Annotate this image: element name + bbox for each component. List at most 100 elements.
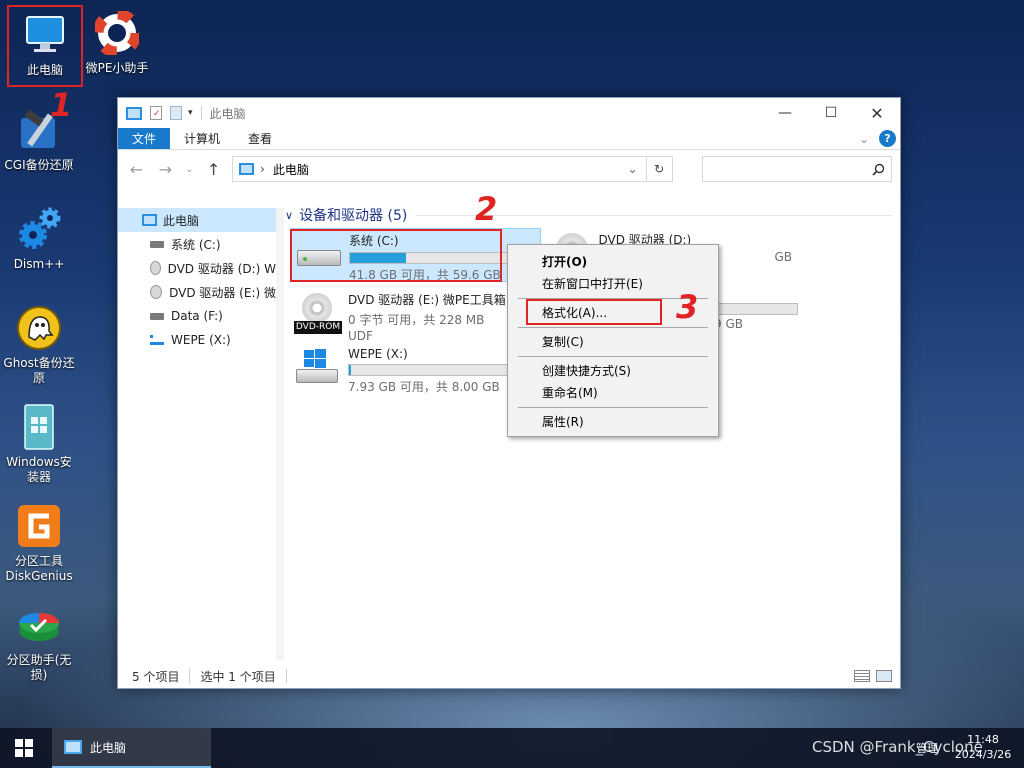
partition-assistant-icon (15, 601, 63, 649)
sidebar-item-label: DVD 驱动器 (D:) W (167, 261, 276, 276)
desktop-icon-label: Windows安装器 (6, 455, 72, 484)
details-view-icon[interactable] (854, 670, 870, 682)
dvd-icon (150, 285, 163, 299)
dvd-rom-badge: DVD-ROM (294, 321, 342, 334)
quick-access-dropdown-icon[interactable]: ▾ (188, 108, 193, 118)
sidebar-item-drive-x[interactable]: WEPE (X:) (118, 328, 276, 352)
minimize-button[interactable]: — (762, 98, 808, 128)
close-button[interactable]: ✕ (854, 98, 900, 128)
up-arrow-icon[interactable]: ↑ (203, 160, 224, 179)
menu-item-open[interactable]: 打开(O) (508, 250, 718, 272)
desktop-icon-label: CGI备份还原 (4, 158, 74, 172)
new-folder-quick-icon[interactable] (170, 106, 182, 120)
maximize-button[interactable]: ☐ (808, 98, 854, 128)
sidebar-item-label: 此电脑 (163, 213, 200, 228)
diskgenius-icon (15, 502, 63, 550)
ghost-icon (15, 304, 63, 352)
sidebar-item-drive-d[interactable]: DVD 驱动器 (D:) W (118, 256, 276, 280)
tab-computer[interactable]: 计算机 (170, 128, 234, 149)
desktop-icon-partition-assistant[interactable]: 分区助手(无损) (1, 601, 77, 683)
menu-separator (518, 327, 708, 328)
chevron-down-icon[interactable]: ⌄ (859, 128, 869, 149)
address-bar[interactable]: › 此电脑 ⌄ ↻ (232, 156, 673, 182)
search-icon (872, 163, 885, 176)
desktop-icon-wepe-helper[interactable]: 微PE小助手 (79, 9, 155, 76)
sidebar-item-label: DVD 驱动器 (E:) 微 (169, 285, 276, 300)
search-input[interactable] (701, 156, 893, 182)
start-button[interactable] (0, 728, 48, 768)
tab-view[interactable]: 查看 (234, 128, 286, 149)
annotation-marker-3: 3 (676, 288, 699, 326)
desktop-icon-this-pc[interactable]: 此电脑 (7, 5, 83, 87)
desktop-icon-label: 分区助手(无损) (6, 653, 72, 682)
sidebar-item-label: 系统 (C:) (171, 237, 221, 252)
window-title: 此电脑 (209, 106, 246, 121)
forward-arrow-icon[interactable]: → (155, 160, 176, 179)
menu-item-create-shortcut[interactable]: 创建快捷方式(S) (508, 359, 718, 381)
computer-icon (126, 106, 142, 120)
desktop-icon-label: 微PE小助手 (85, 61, 149, 75)
address-dropdown-icon[interactable]: ⌄ (628, 162, 638, 176)
windows-drive-icon (294, 347, 342, 387)
annotation-marker-2: 2 (475, 190, 498, 228)
watermark: CSDN @Frank_Cyclone (812, 738, 983, 756)
context-menu: 打开(O) 在新窗口中打开(E) 格式化(A)... 复制(C) 创建快捷方式(… (507, 244, 719, 437)
tab-file[interactable]: 文件 (118, 128, 171, 149)
item-count: 5 个项目 (132, 669, 180, 684)
selected-count: 选中 1 个项目 (200, 669, 276, 684)
annotation-box-2 (290, 229, 502, 282)
title-bar[interactable]: ✓ ▾ 此电脑 — ☐ ✕ (118, 98, 900, 128)
desktop-icon-windows-installer[interactable]: Windows安装器 (1, 403, 77, 485)
sidebar-item-drive-c[interactable]: 系统 (C:) (118, 232, 276, 256)
menu-item-properties[interactable]: 属性(R) (508, 410, 718, 432)
windows-logo-icon (15, 739, 33, 757)
help-icon[interactable]: ? (879, 130, 896, 147)
sidebar-item-this-pc[interactable]: 此电脑 (118, 208, 276, 232)
menu-item-rename[interactable]: 重命名(M) (508, 381, 718, 403)
back-arrow-icon[interactable]: ← (126, 160, 147, 179)
dvd-icon (150, 261, 161, 275)
drive-icon (150, 312, 164, 320)
navigation-pane: 此电脑 系统 (C:) DVD 驱动器 (D:) W DVD 驱动器 (E:) … (118, 208, 276, 660)
desktop-icon-diskgenius[interactable]: 分区工具DiskGenius (1, 502, 77, 584)
gears-icon (15, 205, 63, 253)
drive-usage-fill (349, 365, 351, 375)
desktop-icon-cgi-backup[interactable]: CGI备份还原 (1, 106, 77, 173)
drive-icon (150, 240, 164, 248)
desktop-icon-ghost[interactable]: Ghost备份还原 (1, 304, 77, 386)
computer-icon (21, 11, 69, 59)
taskbar-item-label: 此电脑 (90, 740, 127, 755)
menu-item-copy[interactable]: 复制(C) (508, 330, 718, 352)
computer-icon (239, 163, 255, 175)
sidebar-item-drive-f[interactable]: Data (F:) (118, 304, 276, 328)
properties-quick-icon[interactable]: ✓ (150, 106, 162, 120)
dropdown-chevron-icon[interactable]: ⌄ (184, 164, 195, 175)
drive-e-tile[interactable]: DVD-ROM DVD 驱动器 (E:) 微PE工具箱 0 字节 可用，共 22… (291, 288, 541, 343)
group-title: 设备和驱动器 (5) (299, 208, 408, 224)
desktop-icon-dism[interactable]: Dism++ (1, 205, 77, 272)
sidebar-item-drive-e[interactable]: DVD 驱动器 (E:) 微 (118, 280, 276, 304)
desktop-icon-label: 分区工具DiskGenius (5, 554, 73, 583)
large-icons-view-icon[interactable] (876, 670, 892, 682)
chevron-down-icon: ∨ (285, 208, 294, 222)
hammer-icon (15, 106, 63, 154)
drive-free-space: 7.93 GB 可用，共 8.00 GB (348, 380, 500, 394)
annotation-box-3 (526, 299, 662, 325)
navigation-bar: ← → ⌄ ↑ › 此电脑 ⌄ ↻ (118, 150, 900, 188)
group-header[interactable]: ∨ 设备和驱动器 (5) (285, 205, 892, 225)
lifebuoy-icon (93, 9, 141, 57)
drive-x-tile[interactable]: WEPE (X:) 7.93 GB 可用，共 8.00 GB (291, 344, 521, 398)
computer-icon (64, 740, 82, 754)
network-drive-icon (150, 335, 164, 345)
drive-name: WEPE (X:) (348, 347, 408, 361)
ribbon-tabs: 文件 计算机 查看 ⌄ ? (118, 128, 900, 150)
refresh-icon[interactable]: ↻ (645, 157, 672, 181)
status-bar: 5 个项目 选中 1 个项目 (118, 664, 900, 688)
desktop-icon-label: 此电脑 (26, 63, 63, 77)
taskbar-item-this-pc[interactable]: 此电脑 (52, 728, 211, 768)
computer-icon (142, 214, 157, 226)
menu-separator (518, 407, 708, 408)
address-text: 此电脑 (272, 162, 309, 177)
drive-usage-bar (348, 364, 518, 376)
desktop-icon-label: Ghost备份还原 (3, 356, 75, 385)
